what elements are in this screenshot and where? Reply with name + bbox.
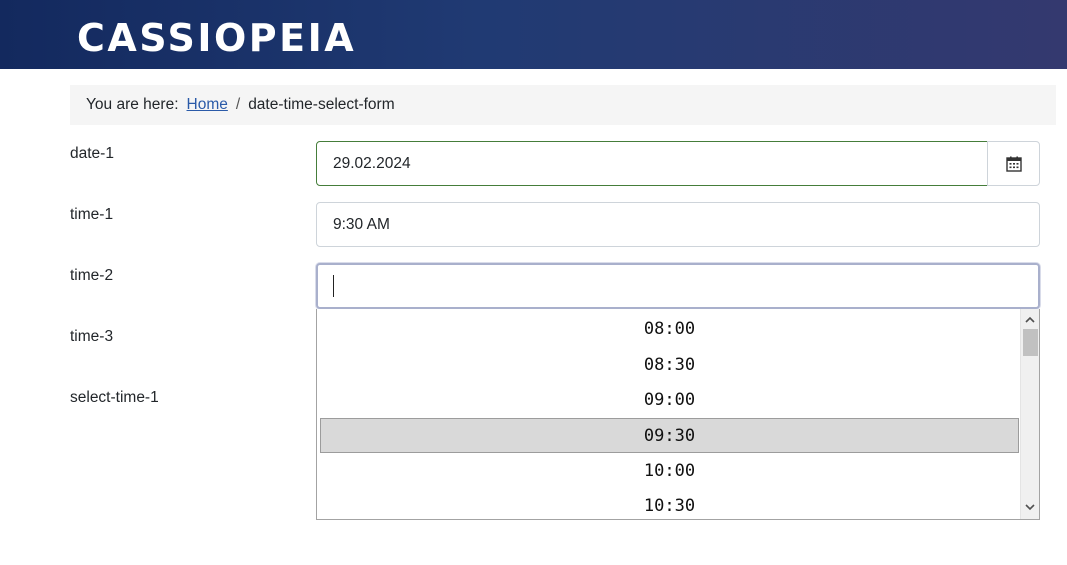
time-1-input[interactable]: 9:30 AM bbox=[316, 202, 1040, 247]
scroll-down-button[interactable] bbox=[1021, 499, 1039, 516]
site-logo[interactable]: CASSIOPEIA bbox=[77, 13, 356, 63]
breadcrumb-separator: / bbox=[235, 96, 241, 113]
site-header: CASSIOPEIA bbox=[0, 0, 1067, 69]
time-1-label: time-1 bbox=[70, 206, 114, 223]
breadcrumb-prefix: You are here: bbox=[86, 96, 179, 113]
select-time-1-label: select-time-1 bbox=[70, 389, 159, 406]
time-1-value: 9:30 AM bbox=[333, 215, 390, 233]
date-1-label: date-1 bbox=[70, 145, 114, 162]
breadcrumb: You are here: Home / date-time-select-form bbox=[70, 85, 1056, 125]
time-option-selected[interactable]: 09:30 bbox=[320, 418, 1019, 453]
breadcrumb-current: date-time-select-form bbox=[248, 96, 395, 113]
scrollbar-thumb[interactable] bbox=[1023, 329, 1038, 356]
date-1-value: 29.02.2024 bbox=[333, 154, 411, 172]
calendar-icon bbox=[1005, 156, 1022, 172]
time-2-input[interactable] bbox=[316, 263, 1040, 309]
dropdown-scrollbar[interactable] bbox=[1020, 309, 1039, 519]
text-cursor bbox=[333, 275, 334, 297]
chevron-down-icon bbox=[1025, 504, 1035, 511]
time-option[interactable]: 08:00 bbox=[320, 311, 1019, 346]
time-2-dropdown-list[interactable]: 08:00 08:30 09:00 09:30 10:00 10:30 bbox=[316, 309, 1040, 520]
scroll-up-button[interactable] bbox=[1021, 311, 1039, 328]
time-option[interactable]: 09:00 bbox=[320, 382, 1019, 417]
time-option[interactable]: 10:00 bbox=[320, 453, 1019, 488]
date-1-input[interactable]: 29.02.2024 bbox=[316, 141, 988, 186]
time-option[interactable]: 10:30 bbox=[320, 488, 1019, 519]
time-option[interactable]: 08:30 bbox=[320, 347, 1019, 382]
time-3-label: time-3 bbox=[70, 328, 114, 345]
time-2-label: time-2 bbox=[70, 267, 114, 284]
breadcrumb-home-link[interactable]: Home bbox=[187, 96, 228, 113]
calendar-button[interactable] bbox=[987, 141, 1040, 186]
chevron-up-icon bbox=[1025, 316, 1035, 323]
